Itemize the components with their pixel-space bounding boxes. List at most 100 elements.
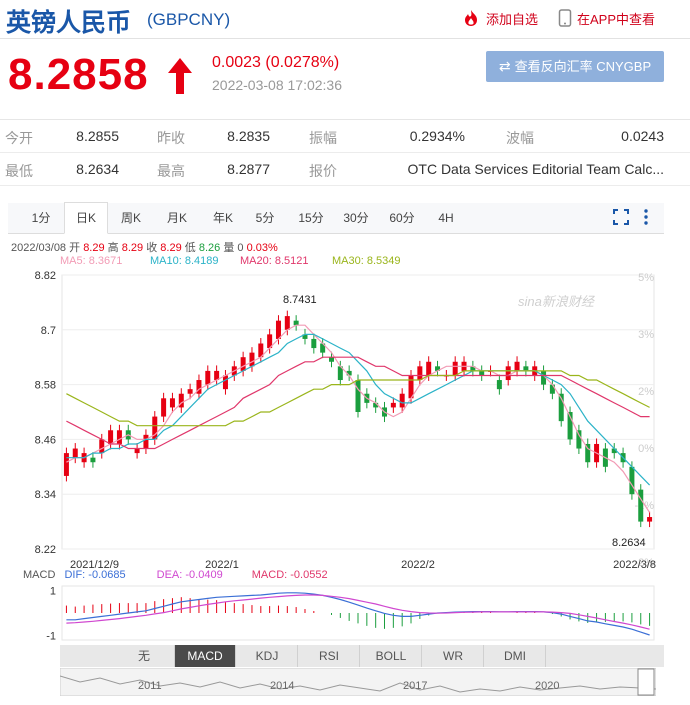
up-arrow-icon xyxy=(168,58,192,94)
indicator-macd[interactable]: MACD xyxy=(175,645,236,667)
current-price: 8.2858 xyxy=(8,50,149,99)
candle-body xyxy=(187,389,193,394)
candle-body xyxy=(638,489,644,522)
timeline-year: 2011 xyxy=(138,680,162,692)
percent-tick-label: 0% xyxy=(638,443,654,455)
tab-1min[interactable]: 1分 xyxy=(20,203,62,233)
macd-tick-label: 1 xyxy=(50,586,56,598)
phone-icon xyxy=(558,9,572,27)
max-annotation: 8.7431 xyxy=(283,294,317,306)
candle-body xyxy=(496,380,502,390)
candle-body xyxy=(108,430,114,444)
indicator-tabs: 无 MACD KDJ RSI BOLL WR DMI xyxy=(60,645,664,667)
timeline-year: 2020 xyxy=(535,680,559,692)
candle-body xyxy=(116,430,122,444)
open-app-label: 在APP中查看 xyxy=(577,12,656,27)
fire-icon xyxy=(465,10,477,26)
price-tick-label: 8.22 xyxy=(35,544,56,556)
stat-label: 最低 xyxy=(5,163,33,179)
percent-tick-label: -1% xyxy=(634,500,654,512)
tab-4h[interactable]: 4H xyxy=(426,203,466,233)
percent-tick-label: 5% xyxy=(638,272,654,284)
price-tick-label: 8.7 xyxy=(41,325,56,337)
tab-60min[interactable]: 60分 xyxy=(380,203,424,233)
candle-body xyxy=(143,434,149,449)
macd-tick-label: -1 xyxy=(46,631,56,643)
stat-label: 振幅 xyxy=(309,130,337,146)
stat-value: 8.2634 xyxy=(76,161,119,177)
candle-body xyxy=(90,457,96,463)
open-app-button[interactable]: 在APP中查看 xyxy=(558,9,655,28)
more-menu-icon[interactable] xyxy=(642,208,650,226)
high-value: 8.29 xyxy=(121,242,144,254)
candle-body xyxy=(505,366,511,381)
tab-yearly-k[interactable]: 年K xyxy=(202,203,244,233)
tab-15min[interactable]: 15分 xyxy=(290,203,332,233)
tab-daily-k[interactable]: 日K xyxy=(64,202,108,234)
price-tick-label: 8.82 xyxy=(35,270,56,282)
candle-body xyxy=(161,398,167,417)
min-annotation: 8.2634 xyxy=(612,537,646,549)
indicator-rsi[interactable]: RSI xyxy=(299,645,360,667)
candle-body xyxy=(523,366,529,371)
percent-axis: 5%3%2%0%-1%-2% xyxy=(634,272,654,569)
candle-body xyxy=(222,375,228,390)
stats-row: 今开 8.2855 昨收 8.2835 振幅 0.2934% 波幅 0.0243 xyxy=(0,120,690,153)
price-axis: 8.82 8.7 8.58 8.46 8.34 8.22 xyxy=(35,270,56,556)
timeline-navigator[interactable]: 2011 2014 2017 2020 xyxy=(60,668,656,696)
tab-monthly-k[interactable]: 月K xyxy=(156,203,198,233)
stat-value: 8.2835 xyxy=(227,128,270,144)
indicator-dmi[interactable]: DMI xyxy=(485,645,546,667)
stat-label: 最高 xyxy=(157,163,185,179)
candle-body xyxy=(479,370,485,376)
candle-body xyxy=(399,393,405,408)
candle-body xyxy=(576,430,582,449)
reverse-rate-button[interactable]: ⇄ 查看反向汇率 CNYGBP xyxy=(486,51,664,82)
stat-label: 今开 xyxy=(5,130,33,146)
indicator-wr[interactable]: WR xyxy=(423,645,484,667)
macd-value-legend: MACD: -0.0552 xyxy=(251,569,328,581)
open-label: 开 xyxy=(69,242,81,254)
candle-body xyxy=(249,352,255,367)
tab-5min[interactable]: 5分 xyxy=(246,203,284,233)
add-watchlist-label: 添加自选 xyxy=(486,12,539,27)
volume-label: 量 xyxy=(223,242,235,254)
page-header: 英镑人民币 (GBPCNY) 添加自选 在APP中查看 xyxy=(0,0,690,39)
candle-body xyxy=(72,448,78,458)
price-change: 0.0023 (0.0278%) xyxy=(212,54,340,71)
fullscreen-icon[interactable] xyxy=(612,208,630,226)
close-value: 8.29 xyxy=(160,242,182,254)
candle-body xyxy=(240,357,246,371)
price-tick-label: 8.34 xyxy=(35,489,56,501)
tab-30min[interactable]: 30分 xyxy=(334,203,378,233)
candle-body xyxy=(514,361,520,371)
dif-legend: DIF: -0.0685 xyxy=(64,569,126,581)
indicator-boll[interactable]: BOLL xyxy=(361,645,422,667)
candle-body xyxy=(293,320,299,326)
tab-weekly-k[interactable]: 周K xyxy=(110,203,152,233)
candle-body xyxy=(63,453,69,476)
percent-tick-label: 2% xyxy=(638,386,654,398)
timeline-range-handle[interactable] xyxy=(637,668,655,696)
timeline-year: 2014 xyxy=(270,680,294,692)
timeline-year: 2017 xyxy=(403,680,427,692)
candle-body xyxy=(99,439,105,454)
indicator-none[interactable]: 无 xyxy=(114,645,175,667)
indicator-kdj[interactable]: KDJ xyxy=(237,645,298,667)
stat-value: 8.2877 xyxy=(227,161,270,177)
date-tick-label: 2022/3/8 xyxy=(613,559,656,571)
percent-tick-label: 3% xyxy=(638,329,654,341)
candle-body xyxy=(647,517,653,522)
candle-body xyxy=(275,320,281,339)
reverse-rate-label: 查看反向汇率 CNYGBP xyxy=(514,59,652,74)
candle-body xyxy=(134,448,140,454)
instrument-code: (GBPCNY) xyxy=(147,10,231,29)
date-tick-label: 2022/2 xyxy=(401,559,435,571)
stat-label: 波幅 xyxy=(506,130,534,146)
candlestick-chart[interactable]: 8.828.78.588.468.348.22 5%3%2%0%-1%-2% s… xyxy=(0,266,690,576)
open-value: 8.29 xyxy=(83,242,105,254)
add-watchlist-button[interactable]: 添加自选 xyxy=(461,9,538,28)
macd-title: MACD xyxy=(23,569,56,581)
stat-label: 报价 xyxy=(309,163,337,179)
macd-chart[interactable]: 1 -1 xyxy=(0,582,690,644)
